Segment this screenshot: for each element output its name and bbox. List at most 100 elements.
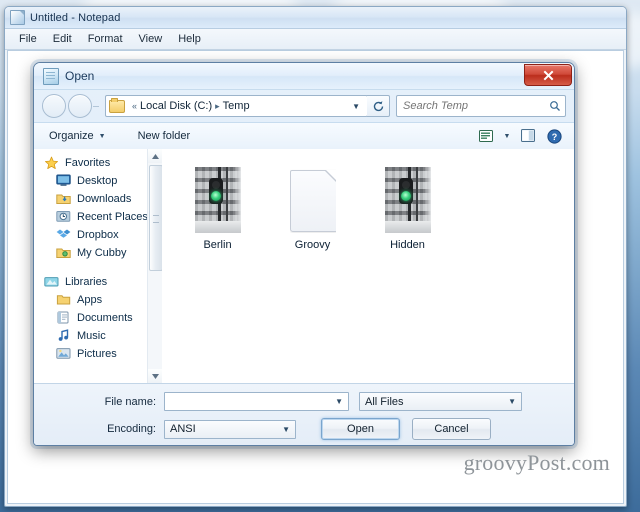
downloads-folder-icon [56, 192, 71, 206]
help-button[interactable]: ? [542, 126, 566, 146]
file-item-berlin[interactable]: Berlin [170, 163, 265, 255]
photo-traffic-light-icon [384, 167, 431, 233]
new-folder-button[interactable]: New folder [131, 127, 198, 145]
file-name-input[interactable]: ▼ [164, 392, 349, 411]
documents-library-icon [56, 311, 71, 325]
svg-text:?: ? [551, 132, 557, 142]
scroll-up-button[interactable] [148, 149, 162, 163]
file-thumbnail [194, 167, 241, 233]
chevron-down-icon[interactable]: ▼ [329, 397, 346, 406]
organize-button[interactable]: Organize ▼ [42, 127, 113, 145]
sidebar-item-label: Downloads [77, 193, 132, 205]
views-button[interactable] [474, 126, 498, 146]
nav-divider [93, 105, 99, 107]
search-box[interactable] [396, 95, 566, 117]
organize-label: Organize [49, 130, 94, 142]
menu-item-format[interactable]: Format [81, 31, 130, 47]
navigation-pane-scrollbar[interactable] [147, 149, 162, 383]
chevron-down-icon[interactable]: ▼ [348, 102, 364, 111]
sidebar-item-label: My Cubby [77, 247, 127, 259]
sidebar-item-label: Apps [77, 294, 103, 306]
close-button[interactable] [524, 64, 572, 86]
menu-item-edit[interactable]: Edit [46, 31, 79, 47]
dialog-titlebar: Open [34, 63, 574, 90]
open-button[interactable]: Open [321, 418, 400, 440]
screenshot-root: Untitled - Notepad File Edit Format View… [0, 0, 640, 512]
file-name-label: Berlin [203, 239, 232, 251]
forward-button[interactable] [68, 94, 92, 118]
scroll-down-button[interactable] [148, 369, 162, 383]
sidebar-group-label: Libraries [65, 276, 108, 288]
file-list-view[interactable]: Berlin Groovy Hidden [162, 149, 574, 383]
recent-places-icon [56, 210, 71, 224]
sidebar-group-libraries[interactable]: Libraries [34, 273, 148, 291]
sidebar-item-music[interactable]: Music [34, 327, 148, 345]
file-type-value: All Files [365, 395, 404, 408]
file-name-label: Hidden [390, 239, 425, 251]
file-name-label: Groovy [294, 239, 331, 251]
encoding-dropdown[interactable]: ANSI ▼ [164, 419, 296, 439]
views-dropdown-button[interactable]: ▼ [500, 126, 514, 146]
breadcrumb-separator-icon: ▸ [215, 100, 220, 111]
close-icon [543, 70, 553, 80]
menu-item-help[interactable]: Help [171, 31, 208, 47]
sidebar-item-dropbox[interactable]: Dropbox [34, 226, 148, 244]
file-type-dropdown[interactable]: All Files ▼ [359, 392, 522, 411]
sidebar-item-pictures[interactable]: Pictures [34, 345, 148, 363]
dialog-toolbar: Organize ▼ New folder ▼ ? [34, 122, 574, 150]
sidebar-item-desktop[interactable]: Desktop [34, 172, 148, 190]
open-file-dialog: Open « Local Disk (C:) ▸ Temp ▼ Search T… [33, 62, 575, 446]
sidebar-item-downloads[interactable]: Downloads [34, 190, 148, 208]
blank-document-icon [289, 170, 336, 232]
sidebar-item-label: Documents [77, 312, 133, 324]
pictures-library-icon [56, 347, 71, 361]
breadcrumb-overflow-icon[interactable]: « [132, 101, 137, 111]
back-button[interactable] [42, 94, 66, 118]
sidebar-item-label: Pictures [77, 348, 117, 360]
views-icon [478, 129, 493, 142]
search-input[interactable] [401, 99, 549, 113]
refresh-button[interactable] [367, 95, 390, 117]
toolbar-right-group: ▼ ? [474, 126, 566, 146]
my-cubby-folder-icon [56, 246, 71, 260]
preview-pane-button[interactable] [516, 126, 540, 146]
menu-item-file[interactable]: File [12, 31, 44, 47]
dialog-navigation-bar: « Local Disk (C:) ▸ Temp ▼ [34, 90, 574, 122]
sidebar-item-label: Desktop [77, 175, 118, 187]
file-item-hidden[interactable]: Hidden [360, 163, 455, 255]
scrollbar-thumb[interactable] [149, 165, 162, 271]
sidebar-item-documents[interactable]: Documents [34, 309, 148, 327]
open-dialog-icon [43, 67, 59, 85]
sidebar-item-label: Recent Places [77, 211, 148, 223]
music-note-icon [56, 329, 71, 343]
breadcrumb-temp[interactable]: Temp [223, 100, 250, 112]
folder-icon [56, 293, 71, 307]
navigation-pane: Favorites Desktop Downloads Recent Place… [34, 149, 162, 383]
sidebar-item-recent-places[interactable]: Recent Places [34, 208, 148, 226]
file-name-row: File name: ▼ All Files ▼ [44, 392, 564, 411]
preview-pane-icon [520, 129, 535, 142]
dialog-footer: File name: ▼ All Files ▼ Encoding: ANSI … [34, 383, 574, 445]
watermark: groovyPost.com [463, 450, 610, 475]
new-folder-label: New folder [137, 130, 191, 142]
cancel-button[interactable]: Cancel [412, 418, 491, 440]
menu-item-view[interactable]: View [132, 31, 170, 47]
sidebar-group-favorites[interactable]: Favorites [34, 154, 148, 172]
breadcrumb-local-disk[interactable]: Local Disk (C:) [140, 100, 212, 112]
chevron-down-icon [151, 373, 159, 379]
file-item-groovy[interactable]: Groovy [265, 163, 360, 255]
star-icon [44, 156, 59, 170]
notepad-title: Untitled - Notepad [30, 11, 121, 24]
file-thumbnail [384, 167, 431, 233]
chevron-down-icon: ▼ [98, 132, 106, 140]
dialog-title: Open [65, 69, 95, 83]
encoding-row: Encoding: ANSI ▼ Open Cancel [44, 418, 564, 440]
folder-icon [109, 97, 125, 113]
sidebar-item-my-cubby[interactable]: My Cubby [34, 244, 148, 262]
sidebar-item-apps[interactable]: Apps [34, 291, 148, 309]
chevron-down-icon: ▼ [503, 132, 511, 140]
address-bar[interactable]: « Local Disk (C:) ▸ Temp ▼ [105, 95, 368, 117]
dropbox-icon [56, 228, 71, 242]
refresh-icon [373, 100, 383, 111]
notepad-menubar: File Edit Format View Help [5, 29, 626, 50]
